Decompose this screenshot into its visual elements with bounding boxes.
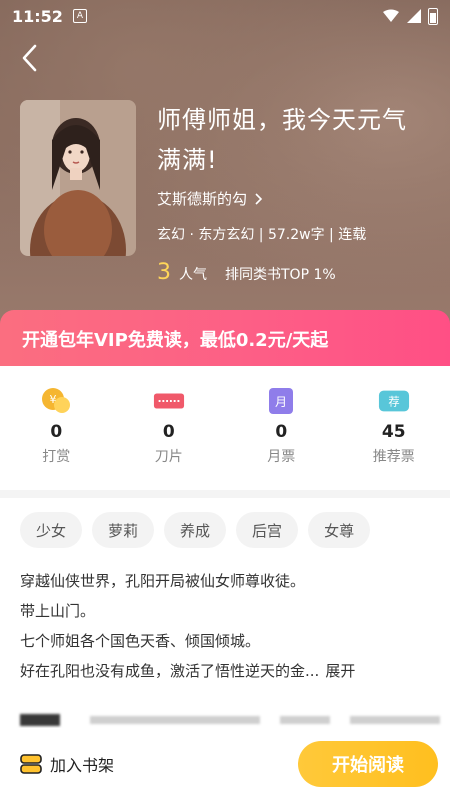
- bookshelf-icon: [20, 754, 42, 774]
- bottom-bar: 加入书架 开始阅读: [0, 728, 450, 800]
- action-row: ¥ 0 打赏 0 刀片 月 0 月票 荐 45 推荐票: [0, 366, 450, 466]
- rank-label[interactable]: 排同类书TOP 1%: [225, 264, 336, 284]
- start-reading-label: 开始阅读: [332, 755, 404, 776]
- author-name: 艾斯德斯的勾: [157, 190, 248, 208]
- author-link[interactable]: 艾斯德斯的勾: [157, 188, 263, 209]
- status-indicator: A: [72, 9, 87, 23]
- tag-item[interactable]: 少女: [20, 512, 83, 548]
- tag-item[interactable]: 萝莉: [92, 512, 155, 548]
- book-stats: 3 人气 排同类书TOP 1%: [157, 260, 336, 285]
- recommend-ticket-label: 推荐票: [372, 449, 415, 465]
- tip-label: 打赏: [42, 449, 71, 465]
- description-line: 七个师姐各个国色天香、倾国倾城。: [20, 632, 261, 650]
- wifi-icon: [383, 9, 399, 22]
- book-title: 师傅师姐，我今天元气满满!: [157, 106, 407, 174]
- book-description: 穿越仙侠世界，孔阳开局被仙女师尊收徒。 带上山门。 七个师姐各个国色天香、倾国倾…: [20, 566, 430, 686]
- blade-button[interactable]: 0 刀片: [124, 386, 214, 466]
- start-reading-button[interactable]: 开始阅读: [298, 741, 438, 787]
- cover-illustration: [20, 100, 136, 256]
- expand-button[interactable]: 展开: [325, 662, 355, 680]
- faded-content: [20, 710, 440, 730]
- back-button[interactable]: [14, 42, 44, 74]
- book-cover[interactable]: [20, 100, 136, 256]
- monthly-ticket-label: 月票: [267, 449, 296, 465]
- book-meta: 玄幻 · 东方玄幻 | 57.2w字 | 连载: [157, 227, 367, 243]
- section-divider: [0, 490, 450, 498]
- tag-item[interactable]: 养成: [164, 512, 227, 548]
- add-to-shelf-button[interactable]: 加入书架: [20, 752, 114, 776]
- description-last-line: 好在孔阳也没有成鱼，激活了悟性逆天的金... 展开: [20, 656, 430, 686]
- blade-icon: [153, 386, 185, 416]
- status-icons: [382, 7, 438, 25]
- tip-count: 0: [50, 422, 63, 442]
- popularity-value: 3: [157, 260, 171, 285]
- description-line: 穿越仙侠世界，孔阳开局被仙女师尊收徒。: [20, 572, 306, 590]
- svg-text:¥: ¥: [50, 393, 57, 406]
- blade-label: 刀片: [154, 449, 183, 465]
- chevron-right-icon: [255, 192, 263, 205]
- vip-banner-text: 开通包年VIP免费读，最低0.2元/天起: [22, 330, 329, 351]
- recommend-ticket-count: 45: [381, 422, 406, 442]
- tag-item[interactable]: 后宫: [236, 512, 299, 548]
- popularity-label: 人气: [179, 267, 207, 283]
- tip-button[interactable]: ¥ 0 打赏: [11, 386, 101, 466]
- status-bar: 11:52 A: [0, 0, 450, 32]
- coin-icon: ¥: [40, 386, 72, 416]
- recommend-ticket-icon: 荐: [378, 386, 410, 416]
- monthly-ticket-icon: 月: [265, 386, 297, 416]
- battery-icon: [428, 7, 438, 25]
- faded-content-blur: [20, 714, 440, 726]
- status-time: 11:52: [12, 6, 63, 26]
- add-to-shelf-label: 加入书架: [50, 756, 115, 775]
- recommend-ticket-button[interactable]: 荐 45 推荐票: [349, 386, 439, 466]
- blade-count: 0: [162, 422, 175, 442]
- tag-list: 少女 萝莉 养成 后宫 女尊: [20, 512, 371, 548]
- description-line: 带上山门。: [20, 602, 96, 620]
- svg-text:荐: 荐: [388, 396, 399, 409]
- description-line: 好在孔阳也没有成鱼，激活了悟性逆天的金...: [20, 662, 320, 680]
- monthly-ticket-button[interactable]: 月 0 月票: [236, 386, 326, 466]
- tag-item[interactable]: 女尊: [308, 512, 371, 548]
- signal-icon: [407, 9, 421, 23]
- svg-text:月: 月: [275, 395, 287, 409]
- back-arrow-icon: [22, 44, 37, 72]
- monthly-ticket-count: 0: [275, 422, 288, 442]
